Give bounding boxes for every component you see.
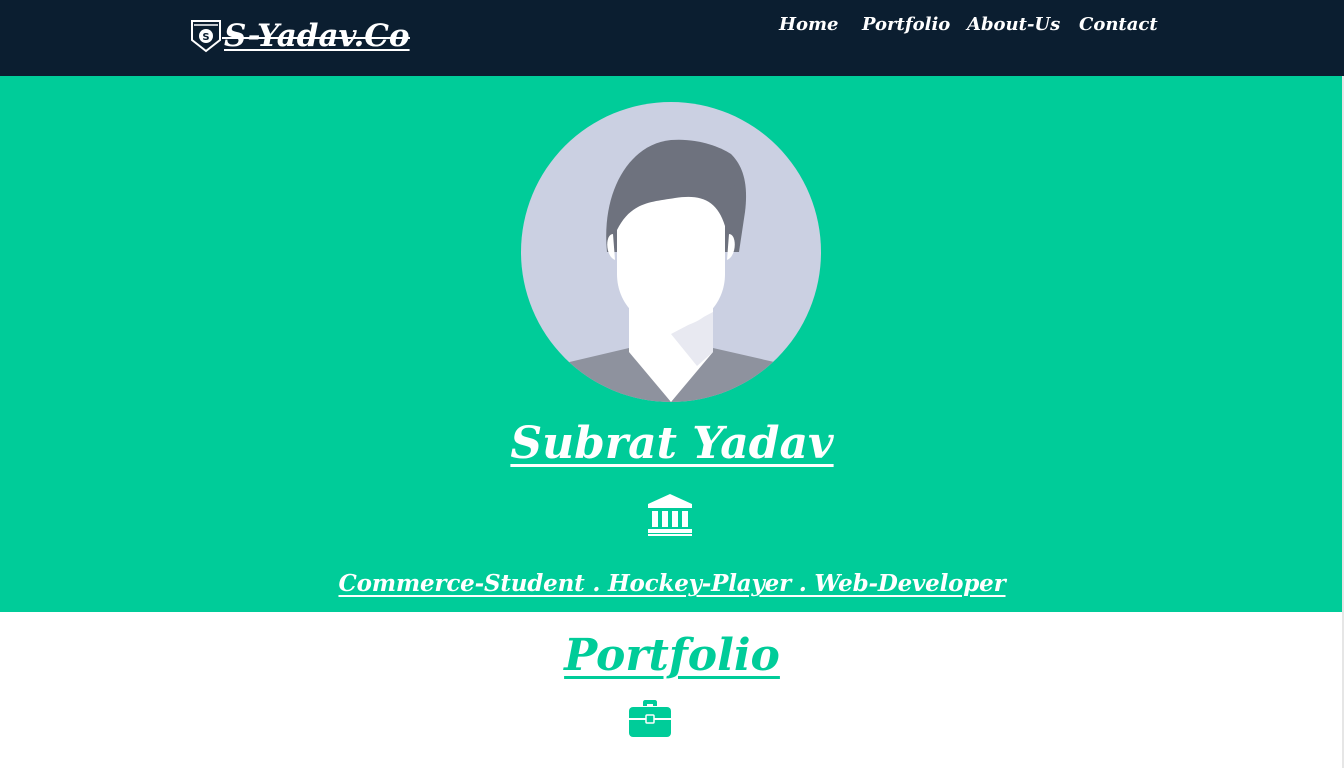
shield-s-logo-icon: S: [191, 20, 221, 53]
brand-name: S-Yadav.Co: [222, 18, 410, 54]
bank-icon: [648, 494, 692, 536]
nav-home[interactable]: Home: [779, 14, 839, 35]
hero-tagline: Commerce-Student . Hockey-Player . Web-D…: [338, 570, 1006, 597]
briefcase-icon: [629, 700, 671, 737]
hero-section: Subrat Yadav Commerce-Student . Hockey-P…: [0, 76, 1344, 612]
nav-contact[interactable]: Contact: [1079, 14, 1158, 35]
brand-link[interactable]: S S-Yadav.Co: [190, 14, 410, 58]
portfolio-title: Portfolio: [564, 630, 780, 681]
svg-text:S: S: [202, 32, 209, 43]
nav-about-us[interactable]: About-Us: [967, 14, 1060, 35]
hero-name: Subrat Yadav: [510, 418, 834, 469]
user-avatar-placeholder: [521, 102, 821, 402]
nav-portfolio[interactable]: Portfolio: [862, 14, 950, 35]
top-navbar: S S-Yadav.Co Home Portfolio About-Us Con…: [0, 0, 1344, 76]
